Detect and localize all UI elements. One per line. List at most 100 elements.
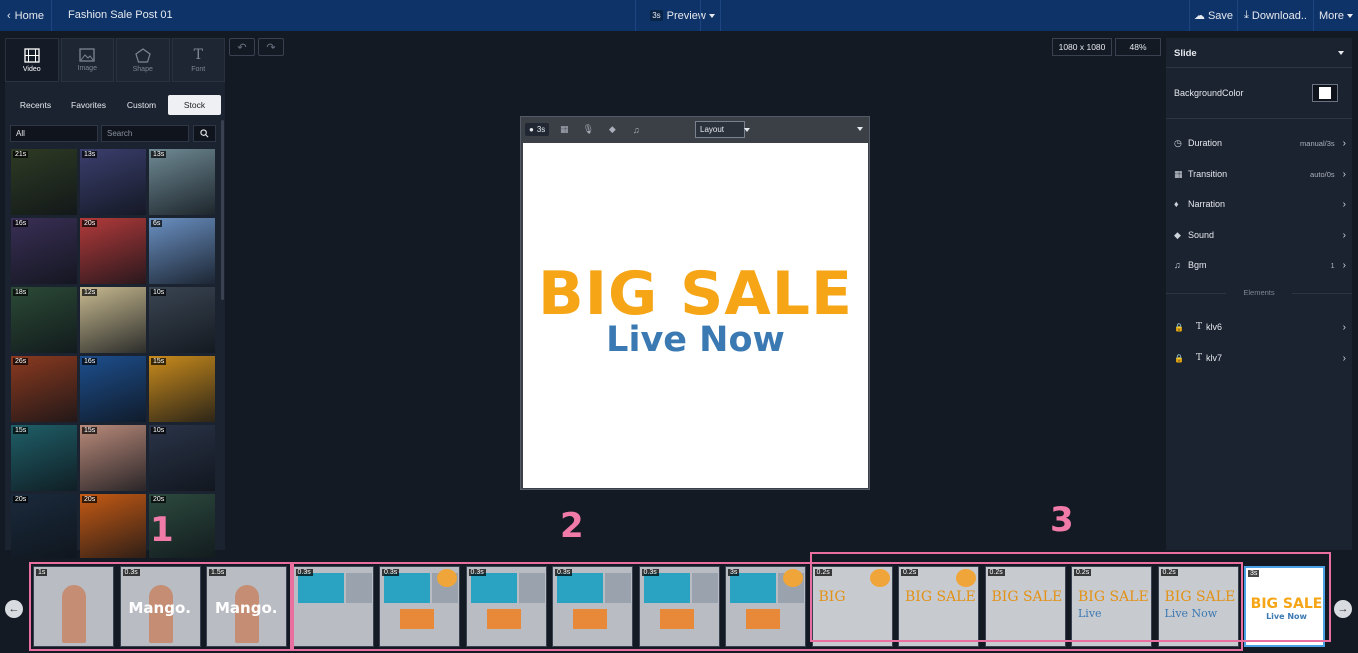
film-icon [24, 47, 40, 63]
undo-button[interactable]: ↶ [229, 38, 255, 56]
chevron-right-icon: › [1342, 168, 1346, 180]
slide-title-text[interactable]: BIG SALE [523, 259, 868, 329]
category-tab-label: Image [77, 65, 97, 72]
stock-video-thumbnail[interactable]: 20s [11, 494, 77, 560]
stock-video-thumbnail[interactable]: 20s [80, 218, 146, 284]
chevron-right-icon: › [1342, 198, 1346, 210]
slide-subtitle-text[interactable]: Live Now [523, 320, 868, 360]
transition-icon[interactable]: ▦ [555, 124, 573, 135]
bgm-row[interactable]: ♫ Bgm 1 › [1174, 257, 1346, 273]
duration-badge: 13s [151, 151, 167, 158]
arrow-right-icon: → [1337, 603, 1349, 615]
stock-video-thumbnail[interactable]: 6s [149, 218, 215, 284]
stock-video-thumbnail[interactable]: 16s [80, 356, 146, 422]
duration-label: Duration [1188, 138, 1223, 148]
music-icon[interactable]: ♫ [627, 125, 645, 135]
home-button[interactable]: ‹ Home [0, 0, 52, 31]
tab-custom[interactable]: Custom [115, 95, 168, 115]
slide-properties-panel: Slide BackgroundColor ◷ Duration manual/… [1166, 38, 1352, 550]
download-icon: ⤓ [1244, 9, 1249, 21]
tab-recents[interactable]: Recents [9, 95, 62, 115]
category-tab-label: Font [191, 66, 206, 73]
frame-duration-badge: 3s [728, 569, 740, 576]
text-icon: T [1196, 353, 1203, 363]
panel-header[interactable]: Slide [1166, 38, 1352, 68]
download-button[interactable]: ⤓ Download.. [1237, 0, 1313, 31]
search-icon [200, 129, 209, 138]
element-row-klv6[interactable]: 🔒 T klv6 › [1174, 319, 1346, 335]
duration-badge: 15s [13, 427, 29, 434]
preview-options-dropdown[interactable] [700, 0, 722, 31]
stock-video-thumbnail[interactable]: 10s [149, 287, 215, 353]
search-button[interactable] [193, 125, 216, 142]
stock-video-thumbnail[interactable]: 15s [80, 425, 146, 491]
frame-duration-badge: 0.2s [814, 569, 832, 576]
text-icon: T [1196, 322, 1203, 332]
duration-badge: 6s [151, 220, 163, 227]
slide-duration-button[interactable]: ● 3s [525, 123, 550, 136]
stock-video-thumbnail[interactable]: 10s [149, 425, 215, 491]
sound-row[interactable]: ◆ Sound › [1174, 227, 1346, 243]
stock-video-thumbnail[interactable]: 15s [149, 356, 215, 422]
frame-duration-badge: 0.3s [641, 569, 659, 576]
stock-video-thumbnail[interactable]: 18s [11, 287, 77, 353]
narration-row[interactable]: ♦ Narration › [1174, 196, 1346, 212]
duration-badge: 10s [151, 427, 167, 434]
tab-favorites[interactable]: Favorites [62, 95, 115, 115]
category-tab-font[interactable]: T Font [171, 38, 225, 82]
lock-icon[interactable]: 🔒 [1174, 354, 1196, 363]
timeline-next-button[interactable]: → [1334, 600, 1352, 618]
stock-video-thumbnail[interactable]: 15s [11, 425, 77, 491]
slide-options-caret-icon[interactable] [857, 127, 863, 131]
sound-icon[interactable]: ◆ [603, 124, 621, 135]
slide-canvas[interactable]: BIG SALE Live Now [523, 143, 868, 488]
media-library-panel: Video Image Shape T Font Recents Favorit… [5, 38, 225, 560]
layout-button[interactable]: Layout [695, 121, 751, 138]
duration-badge: 10s [151, 289, 167, 296]
duration-badge: 16s [13, 220, 29, 227]
transition-row[interactable]: ▦ Transition auto/0s › [1174, 166, 1346, 182]
stock-video-thumbnail[interactable]: 20s [80, 494, 146, 560]
scrollbar[interactable] [221, 120, 224, 300]
category-tab-image[interactable]: Image [60, 38, 114, 82]
background-color-picker[interactable] [1312, 84, 1338, 102]
duration-badge: 18s [13, 289, 29, 296]
media-category-tabs: Video Image Shape T Font [5, 38, 225, 82]
grid-icon: ▦ [1174, 168, 1183, 179]
chevron-left-icon: ‹ [6, 9, 11, 22]
save-label: Save [1207, 9, 1234, 22]
more-label: More [1318, 9, 1345, 22]
stock-video-thumbnail[interactable]: 21s [11, 149, 77, 215]
more-menu-button[interactable]: More [1313, 0, 1358, 31]
bgm-value: 1 [1330, 260, 1335, 270]
save-button[interactable]: ☁ Save [1189, 0, 1237, 31]
duration-badge: 20s [151, 496, 167, 503]
category-filter-select[interactable]: All [10, 125, 98, 142]
duration-badge: 21s [13, 151, 29, 158]
stock-video-thumbnail[interactable]: 26s [11, 356, 77, 422]
lock-icon[interactable]: 🔒 [1174, 323, 1196, 332]
category-tab-video[interactable]: Video [5, 38, 59, 82]
stock-video-thumbnail[interactable]: 12s [80, 287, 146, 353]
tab-stock[interactable]: Stock [168, 95, 221, 115]
frame-duration-badge: 0.2s [987, 569, 1005, 576]
stock-video-thumbnail[interactable]: 13s [149, 149, 215, 215]
zoom-level-button[interactable]: 48% [1115, 38, 1161, 56]
elements-section-label: Elements [1166, 288, 1352, 298]
duration-value: manual/3s [1300, 138, 1335, 148]
timeline-prev-button[interactable]: ← [5, 600, 23, 618]
stock-video-thumbnail[interactable]: 13s [80, 149, 146, 215]
element-row-klv7[interactable]: 🔒 T klv7 › [1174, 350, 1346, 366]
search-input[interactable] [101, 125, 189, 142]
duration-badge: 16s [82, 358, 98, 365]
stock-video-thumbnail[interactable]: 16s [11, 218, 77, 284]
redo-button[interactable]: ↷ [258, 38, 284, 56]
duration-row[interactable]: ◷ Duration manual/3s › [1174, 135, 1346, 151]
chevron-right-icon: › [1342, 321, 1346, 333]
project-title[interactable]: Fashion Sale Post 01 [68, 9, 173, 21]
category-tab-shape[interactable]: Shape [116, 38, 170, 82]
canvas-size-button[interactable]: 1080 x 1080 [1052, 38, 1112, 56]
mic-icon[interactable]: 🎙 [579, 124, 597, 135]
group-box-1 [29, 562, 292, 651]
duration-badge: 15s [151, 358, 167, 365]
